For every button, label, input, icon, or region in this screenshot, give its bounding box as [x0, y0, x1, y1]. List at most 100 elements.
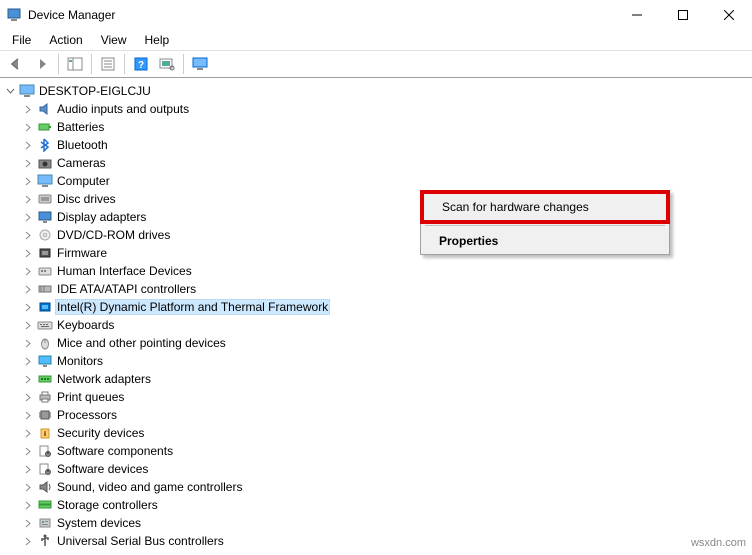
tree-node-label: Bluetooth: [57, 138, 108, 152]
tree-node[interactable]: Storage controllers: [0, 496, 752, 514]
chevron-right-icon[interactable]: [22, 103, 34, 115]
back-button[interactable]: [4, 53, 28, 75]
tree-node[interactable]: Sound, video and game controllers: [0, 478, 752, 496]
chevron-right-icon[interactable]: [22, 139, 34, 151]
chevron-right-icon[interactable]: [22, 391, 34, 403]
storage-icon: [36, 497, 54, 513]
ctx-scan-hardware[interactable]: Scan for hardware changes: [420, 190, 670, 224]
chevron-right-icon[interactable]: [22, 373, 34, 385]
menu-help[interactable]: Help: [137, 32, 178, 48]
chevron-right-icon[interactable]: [22, 499, 34, 511]
tree-node-label: Audio inputs and outputs: [57, 102, 189, 116]
ide-icon: [36, 281, 54, 297]
minimize-button[interactable]: [614, 0, 660, 30]
print-icon: [36, 389, 54, 405]
maximize-button[interactable]: [660, 0, 706, 30]
menu-action[interactable]: Action: [41, 32, 90, 48]
tree-node[interactable]: Universal Serial Bus controllers: [0, 532, 752, 550]
chevron-right-icon[interactable]: [22, 409, 34, 421]
tree-node-label: Storage controllers: [57, 498, 158, 512]
tree-node-label: Monitors: [57, 354, 103, 368]
disc-icon: [36, 191, 54, 207]
tree-node-label: Batteries: [57, 120, 104, 134]
svg-text:?: ?: [138, 60, 144, 71]
system-icon: [36, 515, 54, 531]
tree-node-label: Mice and other pointing devices: [57, 336, 226, 350]
security-icon: [36, 425, 54, 441]
tree-node[interactable]: Cameras: [0, 154, 752, 172]
forward-button[interactable]: [30, 53, 54, 75]
tree-node[interactable]: Security devices: [0, 424, 752, 442]
sound-icon: [36, 479, 54, 495]
tree-node[interactable]: Software components: [0, 442, 752, 460]
tree-node-label: IDE ATA/ATAPI controllers: [57, 282, 196, 296]
dvd-icon: [36, 227, 54, 243]
chevron-right-icon[interactable]: [22, 481, 34, 493]
tree-node-label: Display adapters: [57, 210, 146, 224]
monitor-button[interactable]: [188, 53, 212, 75]
tree-node-label: Processors: [57, 408, 117, 422]
titlebar: Device Manager: [0, 0, 752, 30]
chevron-right-icon[interactable]: [22, 121, 34, 133]
show-hide-tree-button[interactable]: [63, 53, 87, 75]
chevron-right-icon[interactable]: [22, 319, 34, 331]
tree-root-node[interactable]: DESKTOP-EIGLCJU: [0, 82, 752, 100]
mouse-icon: [36, 335, 54, 351]
window-controls: [614, 0, 752, 30]
tree-node-label: Network adapters: [57, 372, 151, 386]
properties-button[interactable]: [96, 53, 120, 75]
tree-node[interactable]: Audio inputs and outputs: [0, 100, 752, 118]
chevron-right-icon[interactable]: [22, 445, 34, 457]
tree-node-label: Computer: [57, 174, 110, 188]
chevron-right-icon[interactable]: [22, 517, 34, 529]
chevron-right-icon[interactable]: [22, 265, 34, 277]
menu-file[interactable]: File: [4, 32, 39, 48]
device-tree[interactable]: DESKTOP-EIGLCJU Audio inputs and outputs…: [0, 78, 752, 555]
tree-node[interactable]: Batteries: [0, 118, 752, 136]
software-icon: [36, 443, 54, 459]
tree-node[interactable]: Bluetooth: [0, 136, 752, 154]
chevron-down-icon[interactable]: [4, 85, 16, 97]
tree-node[interactable]: Human Interface Devices: [0, 262, 752, 280]
scan-hardware-button[interactable]: [155, 53, 179, 75]
close-button[interactable]: [706, 0, 752, 30]
tree-node[interactable]: Mice and other pointing devices: [0, 334, 752, 352]
tree-node[interactable]: Keyboards: [0, 316, 752, 334]
display-icon: [36, 209, 54, 225]
ctx-properties[interactable]: Properties: [421, 228, 669, 254]
tree-node[interactable]: Software devices: [0, 460, 752, 478]
menubar: File Action View Help: [0, 30, 752, 50]
chevron-right-icon[interactable]: [22, 463, 34, 475]
app-icon: [6, 7, 22, 23]
battery-icon: [36, 119, 54, 135]
chevron-right-icon[interactable]: [22, 229, 34, 241]
chevron-right-icon[interactable]: [22, 301, 34, 313]
chevron-right-icon[interactable]: [22, 535, 34, 547]
tree-node[interactable]: Intel(R) Dynamic Platform and Thermal Fr…: [0, 298, 752, 316]
tree-node-label: Software components: [57, 444, 173, 458]
tree-node[interactable]: Computer: [0, 172, 752, 190]
tree-node[interactable]: System devices: [0, 514, 752, 532]
chevron-right-icon[interactable]: [22, 157, 34, 169]
tree-node[interactable]: Network adapters: [0, 370, 752, 388]
help-button[interactable]: ?: [129, 53, 153, 75]
chevron-right-icon[interactable]: [22, 175, 34, 187]
chevron-right-icon[interactable]: [22, 211, 34, 223]
ctx-separator: [425, 225, 665, 226]
chevron-right-icon[interactable]: [22, 337, 34, 349]
context-menu: Scan for hardware changes Properties: [420, 190, 670, 255]
tree-node-label: DVD/CD-ROM drives: [57, 228, 170, 242]
tree-node-label: Keyboards: [57, 318, 114, 332]
chevron-right-icon[interactable]: [22, 427, 34, 439]
tree-node-label: Sound, video and game controllers: [57, 480, 242, 494]
tree-node[interactable]: IDE ATA/ATAPI controllers: [0, 280, 752, 298]
tree-node-label: Firmware: [57, 246, 107, 260]
tree-node[interactable]: Processors: [0, 406, 752, 424]
tree-node[interactable]: Print queues: [0, 388, 752, 406]
chevron-right-icon[interactable]: [22, 283, 34, 295]
chevron-right-icon[interactable]: [22, 193, 34, 205]
tree-node[interactable]: Monitors: [0, 352, 752, 370]
chevron-right-icon[interactable]: [22, 247, 34, 259]
menu-view[interactable]: View: [93, 32, 135, 48]
chevron-right-icon[interactable]: [22, 355, 34, 367]
